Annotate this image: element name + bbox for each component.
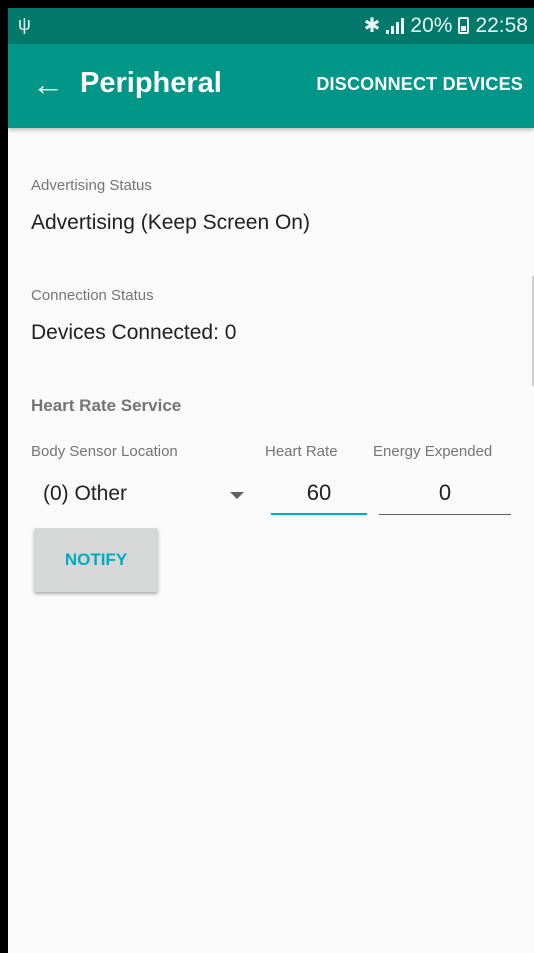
energy-expended-input[interactable]: 0 [379, 475, 511, 515]
advertising-status-label: Advertising Status [31, 177, 152, 194]
disconnect-devices-button[interactable]: DISCONNECT DEVICES [316, 74, 523, 95]
clock: 22:58 [475, 13, 528, 37]
signal-icon [386, 17, 405, 34]
dropdown-arrow-icon [230, 492, 244, 499]
status-bar: ψ ✱ 20% 22:58 [8, 8, 534, 44]
status-icons: ✱ 20% 22:58 [364, 13, 528, 38]
heart-rate-service-title: Heart Rate Service [31, 396, 182, 415]
usb-icon: ψ [18, 14, 31, 34]
bluetooth-icon: ✱ [363, 15, 381, 37]
page-title: Peripheral [80, 67, 222, 99]
body-sensor-location-value: (0) Other [43, 482, 128, 505]
heart-rate-label: Heart Rate [265, 443, 338, 460]
energy-expended-label: Energy Expended [373, 443, 493, 460]
heart-rate-input[interactable]: 60 [271, 475, 367, 515]
body-sensor-location-label: Body Sensor Location [31, 443, 178, 460]
app-bar: ← Peripheral DISCONNECT DEVICES [8, 44, 534, 128]
body-sensor-location-dropdown[interactable]: (0) Other [31, 478, 256, 514]
notify-button[interactable]: NOTIFY [34, 528, 158, 592]
battery-percent: 20% [410, 13, 453, 37]
battery-charging-icon [458, 17, 470, 34]
advertising-status-value: Advertising (Keep Screen On) [31, 211, 310, 234]
arrow-back-icon[interactable]: ← [28, 64, 68, 104]
connection-status-value: Devices Connected: 0 [31, 321, 237, 344]
app-screen: ψ ✱ 20% 22:58 ← Peripheral DISCONNECT DE… [8, 8, 534, 953]
connection-status-label: Connection Status [31, 287, 154, 304]
